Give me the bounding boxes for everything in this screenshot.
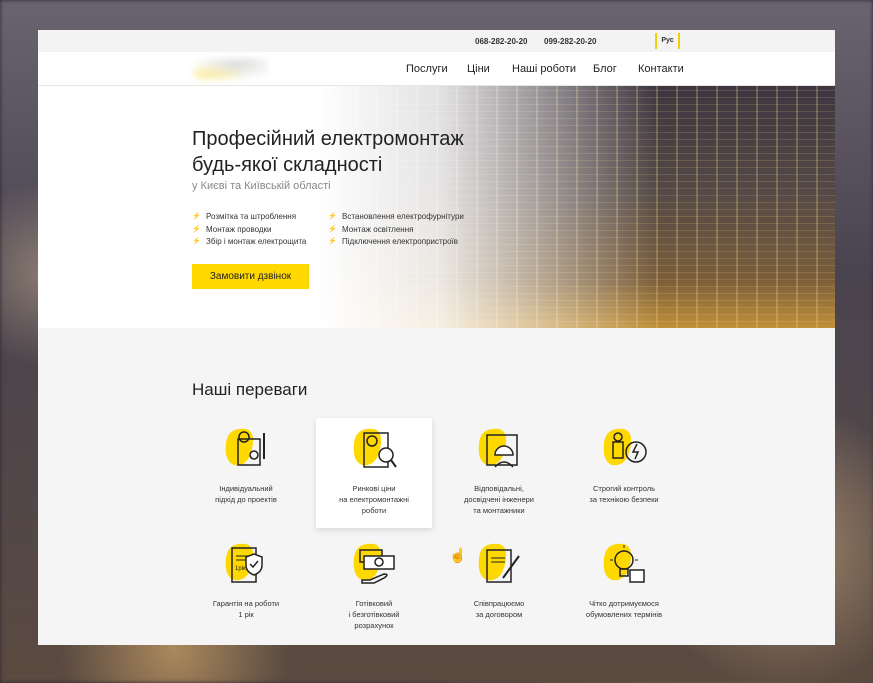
nav-prices[interactable]: Ціни <box>467 63 490 75</box>
blueprint-idea-icon <box>225 428 265 466</box>
main-nav: Послуги Ціни Наші роботи Блог Контакти <box>38 52 835 86</box>
top-bar: 068-282-20-20 099-282-20-20 Рус <box>38 30 835 52</box>
advantage-line: Гарантія на роботи <box>212 599 280 608</box>
advantage-text: Гарантія на роботи 1 рік <box>188 598 304 620</box>
hero-subtitle: у Києві та Київській області <box>192 180 331 192</box>
advantage-card[interactable]: Строгий контроль за технікою безпеки <box>566 425 682 505</box>
hand-cursor-icon: ☝ <box>449 547 467 563</box>
nav-blog[interactable]: Блог <box>593 63 617 75</box>
phone-2[interactable]: 099-282-20-20 <box>544 37 596 46</box>
advantage-line: розрахунок <box>354 621 394 630</box>
advantage-card[interactable]: 1рік Гарантія на роботи 1 рік <box>188 540 304 620</box>
advantage-line: Індивідуальний <box>219 484 273 493</box>
feature-item: Монтаж проводки <box>192 224 306 237</box>
advantage-text: Індивідуальний підхід до проектів <box>188 483 304 505</box>
features-right: Встановлення електрофурнітури Монтаж осв… <box>328 211 464 249</box>
advantage-line: Ринкові ціни <box>352 484 396 493</box>
advantage-text: Ринкові ціни на електромонтажні роботи <box>316 483 432 516</box>
nav-services[interactable]: Послуги <box>406 63 448 75</box>
advantage-card[interactable]: Готівковий і безготівковий розрахунок <box>316 540 432 631</box>
order-call-button[interactable]: Замовити дзвінок <box>192 264 309 289</box>
hero-title: Професійний електромонтаж будь-якої скла… <box>192 128 464 176</box>
advantage-line: Строгий контроль <box>593 484 655 493</box>
advantage-line: та монтажники <box>473 506 525 515</box>
advantage-line: обумовлених термінів <box>585 610 663 619</box>
advantage-line: роботи <box>361 506 387 515</box>
advantage-line: за технікою безпеки <box>589 495 659 504</box>
hero: Професійний електромонтаж будь-якої скла… <box>38 86 835 328</box>
logo[interactable] <box>193 58 268 80</box>
hero-fade <box>38 86 658 328</box>
features-left: Розмітка та штроблення Монтаж проводки З… <box>192 211 306 249</box>
advantage-line: Співпрацюємо <box>473 599 525 608</box>
advantage-line: і безготівковий <box>348 610 400 619</box>
website-page: 068-282-20-20 099-282-20-20 Рус Послуги … <box>38 30 835 645</box>
feature-item: Розмітка та штроблення <box>192 211 306 224</box>
advantage-text: Співпрацюємо за договором <box>441 598 557 620</box>
language-switch[interactable]: Рус <box>655 33 680 49</box>
feature-item: Підключення електропристроїв <box>328 236 464 249</box>
advantage-text: Чітко дотримуємося обумовлених термінів <box>566 598 682 620</box>
feature-item: Встановлення електрофурнітури <box>328 211 464 224</box>
contract-icon <box>478 543 520 583</box>
cash-payment-icon <box>353 543 395 584</box>
advantage-card[interactable]: Чітко дотримуємося обумовлених термінів <box>566 540 682 620</box>
advantages-title: Наші переваги <box>192 380 308 399</box>
advantage-line: досвідчені інженери <box>464 495 534 504</box>
deadline-bulb-icon <box>603 543 645 583</box>
advantage-text: Відповідальні, досвідчені інженери та монт… <box>441 483 557 516</box>
advantage-line: 1 рік <box>238 610 254 619</box>
feature-item: Збір і монтаж електрощита <box>192 236 306 249</box>
advantage-line: Готівковий <box>355 599 393 608</box>
advantage-line: на електромонтажні <box>339 495 409 504</box>
safety-control-icon <box>603 428 647 466</box>
advantage-line: Чітко дотримуємося <box>589 599 659 608</box>
price-search-icon <box>353 428 397 468</box>
advantage-text: Строгий контроль за технікою безпеки <box>566 483 682 505</box>
nav-works[interactable]: Наші роботи <box>512 63 576 75</box>
warranty-shield-icon: 1рік <box>225 543 263 583</box>
engineer-icon <box>478 428 518 468</box>
svg-text:1рік: 1рік <box>235 566 246 572</box>
advantage-line: Відповідальні, <box>474 484 524 493</box>
advantage-line: за договором <box>475 610 523 619</box>
phone-1[interactable]: 068-282-20-20 <box>475 37 527 46</box>
advantage-card[interactable]: Ринкові ціни на електромонтажні роботи <box>316 418 432 528</box>
advantage-card[interactable]: Відповідальні, досвідчені інженери та монт… <box>441 425 557 516</box>
advantage-card[interactable]: Індивідуальний підхід до проектів <box>188 425 304 505</box>
nav-contacts[interactable]: Контакти <box>638 63 684 75</box>
advantage-text: Готівковий і безготівковий розрахунок <box>316 598 432 631</box>
feature-item: Монтаж освітлення <box>328 224 464 237</box>
advantage-line: підхід до проектів <box>215 495 277 504</box>
